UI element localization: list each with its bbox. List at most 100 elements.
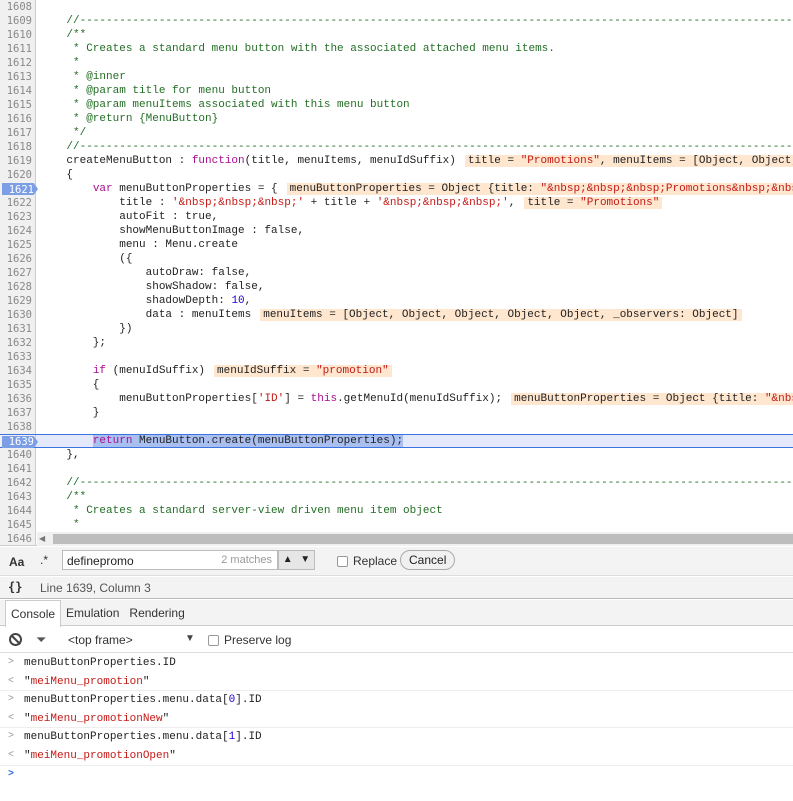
line-number[interactable]: 1622 (0, 196, 36, 210)
code-line[interactable]: 1617 */ (0, 126, 793, 140)
line-number[interactable]: 1635 (0, 378, 36, 392)
code-line[interactable]: 1642 //---------------------------------… (0, 476, 793, 490)
current-line[interactable]: 1639 return MenuButton.create(menuButton… (0, 434, 793, 448)
line-number[interactable]: 1626 (0, 252, 36, 266)
line-number[interactable]: 1611 (0, 42, 36, 56)
line-number[interactable]: 1627 (0, 266, 36, 280)
code-line[interactable]: 1623 autoFit : true, (0, 210, 793, 224)
preserve-log-checkbox[interactable]: Preserve log (208, 633, 291, 647)
checkbox-icon[interactable] (208, 634, 219, 646)
line-number[interactable]: 1619 (0, 154, 36, 168)
scrollbar-thumb[interactable] (53, 534, 793, 544)
line-number[interactable]: 1620 (0, 168, 36, 182)
code-line[interactable]: 1638 (0, 420, 793, 434)
line-number[interactable]: 1644 (0, 504, 36, 518)
code-line[interactable]: 1612 * (0, 56, 793, 70)
code-line[interactable]: 1619 createMenuButton : function(title, … (0, 154, 793, 168)
code-line[interactable]: 1628 showShadow: false, (0, 280, 793, 294)
line-number[interactable]: 1637 (0, 406, 36, 420)
horizontal-scrollbar[interactable]: ◀ (37, 532, 793, 546)
pretty-print-icon[interactable]: {} (8, 580, 22, 594)
checkbox-icon[interactable] (337, 555, 348, 567)
code-line[interactable]: 1627 autoDraw: false, (0, 266, 793, 280)
line-number[interactable]: 1645 (0, 518, 36, 532)
line-number[interactable]: 1610 (0, 28, 36, 42)
code-line[interactable]: 1613 * @inner (0, 70, 793, 84)
code-line[interactable]: 1616 * @return {MenuButton} (0, 112, 793, 126)
cancel-button[interactable]: Cancel (400, 550, 456, 570)
line-number[interactable]: 1631 (0, 322, 36, 336)
code-line[interactable]: 1624 showMenuButtonImage : false, (0, 224, 793, 238)
tab-emulation[interactable]: Emulation (61, 600, 124, 625)
breakpoint-marker[interactable]: 1639 (2, 436, 38, 448)
line-number[interactable]: 1625 (0, 238, 36, 252)
code-line[interactable]: 1618 //---------------------------------… (0, 140, 793, 154)
frame-select[interactable]: <top frame> (68, 633, 133, 647)
line-number[interactable]: 1643 (0, 490, 36, 504)
line-number[interactable]: 1616 (0, 112, 36, 126)
line-number[interactable]: 1640 (0, 448, 36, 462)
code-line[interactable]: 1637 } (0, 406, 793, 420)
line-number[interactable]: 1646 (0, 532, 36, 545)
code-line[interactable]: 1632 }; (0, 336, 793, 350)
chevron-up-icon[interactable]: ▲ (279, 551, 297, 569)
code-line[interactable]: 1633 (0, 350, 793, 364)
line-number[interactable]: 1624 (0, 224, 36, 238)
clear-console-icon[interactable] (9, 633, 22, 646)
code-line[interactable]: 1629 shadowDepth: 10, (0, 294, 793, 308)
code-line[interactable]: 1608 (0, 0, 793, 14)
match-case-toggle[interactable]: Aa (9, 555, 24, 569)
line-number[interactable]: 1634 (0, 364, 36, 378)
code-line[interactable]: 1636 menuButtonProperties['ID'] = this.g… (0, 392, 793, 406)
filter-icon[interactable]: ⏷ (36, 632, 46, 648)
code-line[interactable]: 1645 * (0, 518, 793, 532)
code-line[interactable]: 1609 //---------------------------------… (0, 14, 793, 28)
code-line[interactable]: 1615 * @param menuItems associated with … (0, 98, 793, 112)
console-output[interactable]: > menuButtonProperties.ID < "meiMenu_promot… (0, 654, 793, 784)
line-number[interactable]: 1609 (0, 14, 36, 28)
code-line[interactable]: 1631 }) (0, 322, 793, 336)
replace-checkbox[interactable]: Replace (337, 554, 397, 568)
line-number[interactable]: 1639 (0, 435, 38, 448)
code-line[interactable]: 1611 * Creates a standard menu button wi… (0, 42, 793, 56)
code-line[interactable]: 1620 { (0, 168, 793, 182)
line-number[interactable]: 1630 (0, 308, 36, 322)
code-line[interactable]: 1630 data : menuItems menuItems = [Object… (0, 308, 793, 322)
code-line[interactable]: 1644 * Creates a standard server-view dr… (0, 504, 793, 518)
code-line[interactable]: 1610 /** (0, 28, 793, 42)
regex-toggle[interactable]: .* (40, 553, 48, 567)
code-line[interactable]: 1640 }, (0, 448, 793, 462)
code-line[interactable]: 1641 (0, 462, 793, 476)
code-line[interactable]: 1635 { (0, 378, 793, 392)
code-line[interactable]: 1643 /** (0, 490, 793, 504)
code-line[interactable]: 1625 menu : Menu.create (0, 238, 793, 252)
breakpoint-marker[interactable]: 1621 (2, 183, 38, 195)
console-prompt[interactable]: > (0, 766, 793, 785)
line-number[interactable]: 1633 (0, 350, 36, 364)
line-number[interactable]: 1617 (0, 126, 36, 140)
code-line[interactable]: 1626 ({ (0, 252, 793, 266)
line-number[interactable]: 1623 (0, 210, 36, 224)
code-line[interactable]: 1614 * @param title for menu button (0, 84, 793, 98)
tab-rendering[interactable]: Rendering (124, 600, 189, 625)
line-number[interactable]: 1621 (0, 182, 38, 196)
line-number[interactable]: 1608 (0, 0, 36, 14)
line-number[interactable]: 1632 (0, 336, 36, 350)
code-line[interactable]: 1621 var menuButtonProperties = {menuBut… (0, 182, 793, 196)
line-number[interactable]: 1613 (0, 70, 36, 84)
tab-console[interactable]: Console (5, 600, 62, 627)
line-number[interactable]: 1615 (0, 98, 36, 112)
line-number[interactable]: 1642 (0, 476, 36, 490)
line-number[interactable]: 1614 (0, 84, 36, 98)
scroll-left-icon[interactable]: ◀ (39, 532, 51, 546)
line-number[interactable]: 1638 (0, 420, 36, 434)
line-number[interactable]: 1612 (0, 56, 36, 70)
line-number[interactable]: 1641 (0, 462, 36, 476)
line-number[interactable]: 1618 (0, 140, 36, 154)
dropdown-arrow-icon[interactable]: ▼ (185, 633, 195, 644)
code-line[interactable]: 1622 title : '&nbsp;&nbsp;&nbsp;' + titl… (0, 196, 793, 210)
line-number[interactable]: 1636 (0, 392, 36, 406)
line-number[interactable]: 1628 (0, 280, 36, 294)
code-editor[interactable]: 1608 1609 //-----------------------------… (0, 0, 793, 546)
search-input[interactable]: definepromo 2 matches (62, 550, 278, 570)
